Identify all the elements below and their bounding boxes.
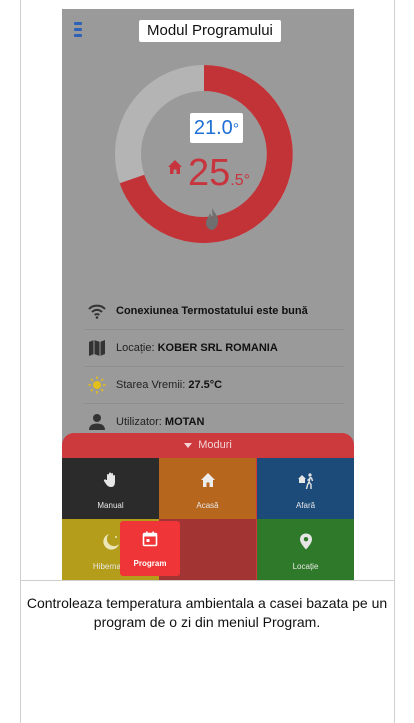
mode-locatie-label: Locație — [292, 562, 319, 571]
mode-program-label: Program — [133, 559, 167, 568]
weather-label: Starea Vremii: — [116, 379, 189, 391]
mode-afara-label: Afară — [295, 501, 316, 510]
location-pin-icon — [299, 533, 312, 550]
connection-status: Conexiunea Termostatului este bună — [116, 305, 308, 317]
hand-icon — [103, 472, 115, 487]
weather-value: 27.5°C — [188, 379, 223, 391]
room-temperature-integer: 25 — [188, 152, 231, 194]
location-value: KOBER SRL ROMANIA — [157, 342, 278, 354]
set-temperature[interactable]: 21.0° — [190, 113, 243, 143]
calendar-icon — [142, 531, 158, 547]
wifi-icon — [88, 304, 106, 319]
modes-panel: Moduri Manual Acasă Afară Hibernare Loca… — [62, 433, 354, 580]
app-screen: Modul Programului 21.0° 25.5° Conexiunea… — [62, 9, 354, 580]
flame-icon — [206, 208, 219, 230]
set-temperature-value: 21.0 — [193, 117, 233, 139]
walk-out-icon — [297, 473, 313, 490]
room-temperature: 25.5° — [188, 153, 250, 201]
home-icon — [200, 473, 215, 487]
mode-program-button[interactable]: Program — [120, 521, 180, 576]
mode-acasa-button[interactable]: Acasă — [159, 458, 256, 519]
modes-toggle[interactable]: Moduri — [62, 433, 354, 458]
description-caption: Controleaza temperatura ambientala a cas… — [26, 595, 388, 630]
user-label: Utilizator: — [116, 416, 165, 428]
modes-header-label: Moduri — [198, 439, 232, 451]
room-temperature-decimal: .5° — [230, 172, 251, 189]
mode-acasa-label: Acasă — [196, 501, 219, 510]
page-title: Modul Programului — [139, 20, 281, 42]
caret-down-icon — [184, 442, 193, 448]
weather-row: Starea Vremii: 27.5°C — [84, 367, 344, 404]
map-icon — [89, 340, 105, 356]
sun-icon — [88, 376, 106, 394]
user-icon — [89, 414, 105, 430]
info-list: Conexiunea Termostatului este bună Locaț… — [84, 293, 344, 440]
menu-icon[interactable] — [74, 22, 82, 38]
mode-afara-button[interactable]: Afară — [257, 458, 354, 519]
location-row: Locație: KOBER SRL ROMANIA — [84, 330, 344, 367]
mode-manual-label: Manual — [97, 501, 124, 510]
home-icon — [168, 160, 182, 174]
moon-icon — [102, 534, 119, 550]
app-bar: Modul Programului — [62, 9, 354, 53]
frame-divider — [20, 580, 395, 581]
mode-locatie-button[interactable]: Locație — [257, 519, 354, 580]
location-label: Locație: — [116, 342, 158, 354]
modes-grid: Manual Acasă Afară Hibernare Locație — [62, 458, 354, 580]
set-temperature-unit: ° — [232, 121, 240, 138]
mode-manual-button[interactable]: Manual — [62, 458, 159, 519]
user-value: MOTAN — [164, 416, 205, 428]
connection-row: Conexiunea Termostatului este bună — [84, 293, 344, 330]
frame-border-right — [394, 0, 395, 723]
